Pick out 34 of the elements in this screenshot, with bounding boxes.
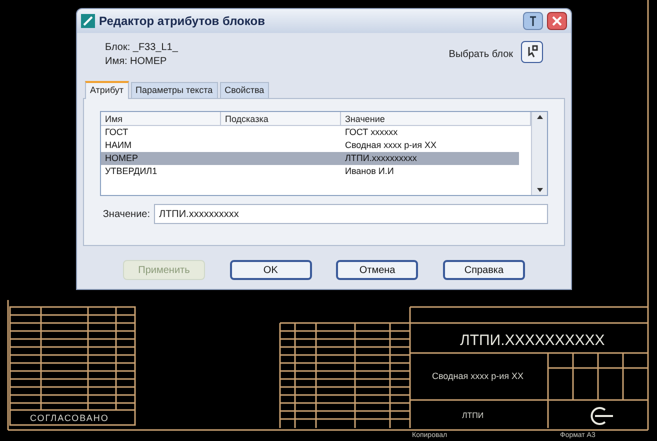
table-cell-text: Иванов И.И [344, 165, 395, 178]
tab[interactable]: Параметры текста [130, 82, 218, 98]
app-icon [81, 14, 95, 28]
column-header[interactable]: Подсказка [221, 112, 341, 125]
dialog-button[interactable]: OK [230, 260, 312, 280]
select-block-button[interactable] [521, 41, 543, 63]
help-button[interactable] [523, 12, 543, 30]
table-cell-text: ЛТПИ.xxxxxxxxxx [344, 152, 418, 165]
column-header[interactable]: Имя [101, 112, 221, 125]
close-icon [552, 16, 562, 26]
table-cell-text: НОМЕР [104, 152, 140, 165]
window-title: Редактор атрибутов блоков [99, 13, 266, 30]
scrollbar[interactable] [531, 112, 547, 195]
tag-name-label: Имя: НОМЕР [105, 55, 168, 69]
select-block-label: Выбрать блок [448, 48, 513, 62]
dialog-button[interactable]: Справка [442, 260, 525, 280]
table-cell-text: НАИМ [104, 139, 132, 152]
value-label: Значение: [102, 208, 150, 222]
pick-arrow-icon [526, 45, 538, 59]
block-name-label: Блок: _F33_L1_ [105, 41, 179, 55]
drawing-name-text: Сводная xxxx p-ия XX [432, 370, 524, 383]
value-field[interactable]: ЛТПИ.xxxxxxxxxx [154, 204, 548, 224]
designation-text: ЛТПИ.XXXXXXXXXX [460, 331, 605, 351]
dialog-button[interactable]: Отмена [336, 260, 418, 280]
organization-text: ЛТПИ [462, 410, 484, 422]
table-cell-text: Сводная xxxx p-ия XX [344, 139, 438, 152]
table-cell-text: УТВЕРДИЛ1 [104, 165, 158, 178]
attribute-row[interactable]: НОМЕР ЛТПИ.xxxxxxxxxx [101, 152, 519, 165]
table-cell-text: ГОСТ xxxxxx [344, 126, 399, 139]
table-cell-text: ГОСТ [104, 126, 130, 139]
tab[interactable]: Атрибут [85, 81, 129, 99]
tab[interactable]: Свойства [220, 82, 270, 98]
close-button[interactable] [547, 12, 567, 30]
stamp-text: СОГЛАСОВАНО [30, 412, 109, 425]
